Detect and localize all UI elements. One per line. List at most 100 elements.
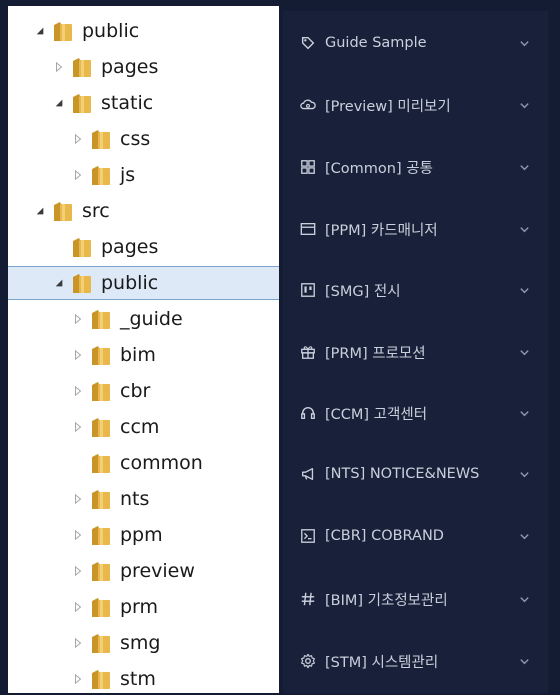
menu-item-label: [PPM] 카드매니저 [325, 222, 438, 239]
folder-icon [71, 91, 93, 115]
collapsed-arrow-icon[interactable] [72, 563, 84, 579]
collapsed-arrow-icon[interactable] [72, 383, 84, 399]
menu-item-label: [Preview] 미리보기 [325, 98, 451, 115]
tree-node[interactable]: common [8, 446, 279, 480]
folder-icon [52, 19, 74, 43]
tree-node-label: pages [101, 236, 159, 258]
tree-node-label: ccm [120, 416, 160, 438]
tree-node[interactable]: cbr [8, 374, 279, 408]
menu-item[interactable]: [NTS] NOTICE&NEWS [283, 459, 548, 489]
collapsed-arrow-icon[interactable] [72, 347, 84, 363]
tree-node-label: src [82, 200, 110, 222]
collapsed-arrow-icon[interactable] [72, 527, 84, 543]
folder-icon [90, 415, 112, 439]
menu-item[interactable]: [CBR] COBRAND [283, 521, 548, 551]
collapsed-arrow-icon[interactable] [72, 131, 84, 147]
expanded-arrow-icon[interactable] [34, 23, 46, 39]
folder-icon [71, 55, 93, 79]
tree-node[interactable]: nts [8, 482, 279, 516]
folder-icon [90, 307, 112, 331]
collapsed-arrow-icon[interactable] [72, 599, 84, 615]
collapsed-arrow-icon[interactable] [72, 167, 84, 183]
tree-node-label: prm [120, 596, 159, 618]
chevron-down-icon[interactable] [518, 655, 530, 667]
folder-icon [90, 379, 112, 403]
collapsed-arrow-icon[interactable] [72, 491, 84, 507]
tree-node[interactable]: static [8, 86, 279, 120]
tree-node[interactable]: _guide [8, 302, 279, 336]
folder-icon [90, 451, 112, 475]
folder-icon [71, 271, 93, 295]
chevron-down-icon[interactable] [518, 99, 530, 111]
gift-icon [299, 343, 317, 361]
menu-item[interactable]: [PRM] 프로모션 [283, 337, 548, 367]
tree-node[interactable]: ppm [8, 518, 279, 552]
tree-node[interactable]: public [8, 266, 279, 300]
expanded-arrow-icon[interactable] [53, 95, 65, 111]
tag-icon [299, 34, 317, 52]
tree-node[interactable]: prm [8, 590, 279, 624]
tree-node-label: bim [120, 344, 156, 366]
folder-icon [90, 163, 112, 187]
chevron-down-icon[interactable] [518, 223, 530, 235]
megaphone-icon [299, 465, 317, 483]
folder-icon [90, 343, 112, 367]
expanded-arrow-icon[interactable] [34, 203, 46, 219]
tree-node[interactable]: pages [8, 50, 279, 84]
tree-node[interactable]: public [8, 14, 279, 48]
tree-node[interactable]: css [8, 122, 279, 156]
tree-node[interactable]: js [8, 158, 279, 192]
folder-icon [90, 127, 112, 151]
tree-node[interactable]: bim [8, 338, 279, 372]
menu-item-label: [BIM] 기초정보관리 [325, 592, 448, 609]
tree-node[interactable]: src [8, 194, 279, 228]
menu-item[interactable]: [PPM] 카드매니저 [283, 214, 548, 244]
tree-node[interactable]: pages [8, 230, 279, 264]
menu-item-label: [Common] 공통 [325, 160, 433, 177]
chevron-down-icon[interactable] [518, 161, 530, 173]
menu-item[interactable]: Guide Sample [283, 28, 548, 58]
no-toggle-spacer [72, 455, 84, 471]
tree-node-label: ppm [120, 524, 163, 546]
menu-item[interactable]: [Common] 공통 [283, 152, 548, 182]
chevron-down-icon[interactable] [518, 37, 530, 49]
grid-icon [299, 158, 317, 176]
tree-node-label: nts [120, 488, 150, 510]
tree-node[interactable]: smg [8, 626, 279, 660]
menu-item[interactable]: [SMG] 전시 [283, 275, 548, 305]
chevron-down-icon[interactable] [518, 468, 530, 480]
tree-node-label: preview [120, 560, 195, 582]
side-menu: Guide Sample [Preview] 미리보기 [Common] 공통 [PP… [283, 11, 548, 693]
menu-item-label: Guide Sample [325, 35, 427, 51]
collapsed-arrow-icon[interactable] [72, 419, 84, 435]
collapsed-arrow-icon[interactable] [53, 59, 65, 75]
collapsed-arrow-icon[interactable] [72, 671, 84, 687]
chevron-down-icon[interactable] [518, 530, 530, 542]
menu-item[interactable]: [BIM] 기초정보관리 [283, 584, 548, 614]
tree-node-label: pages [101, 56, 159, 78]
folder-icon [90, 667, 112, 691]
tree-node-label: public [82, 20, 140, 42]
folder-icon [71, 235, 93, 259]
tree-node[interactable]: preview [8, 554, 279, 588]
folder-icon [90, 631, 112, 655]
menu-item-label: [PRM] 프로모션 [325, 345, 426, 362]
menu-item[interactable]: [STM] 시스템관리 [283, 646, 548, 676]
tree-node-label: _guide [120, 308, 183, 330]
tree-node-label: cbr [120, 380, 151, 402]
menu-item[interactable]: [CCM] 고객센터 [283, 398, 548, 428]
tree-node-label: smg [120, 632, 161, 654]
collapsed-arrow-icon[interactable] [72, 635, 84, 651]
tree-node[interactable]: ccm [8, 410, 279, 444]
menu-item[interactable]: [Preview] 미리보기 [283, 90, 548, 120]
folder-icon [52, 199, 74, 223]
folder-icon [90, 595, 112, 619]
collapsed-arrow-icon[interactable] [72, 311, 84, 327]
chevron-down-icon[interactable] [518, 407, 530, 419]
chevron-down-icon[interactable] [518, 284, 530, 296]
tree-node[interactable]: stm [8, 662, 279, 693]
expanded-arrow-icon[interactable] [53, 275, 65, 291]
chevron-down-icon[interactable] [518, 346, 530, 358]
chevron-down-icon[interactable] [518, 593, 530, 605]
hash-icon [299, 590, 317, 608]
